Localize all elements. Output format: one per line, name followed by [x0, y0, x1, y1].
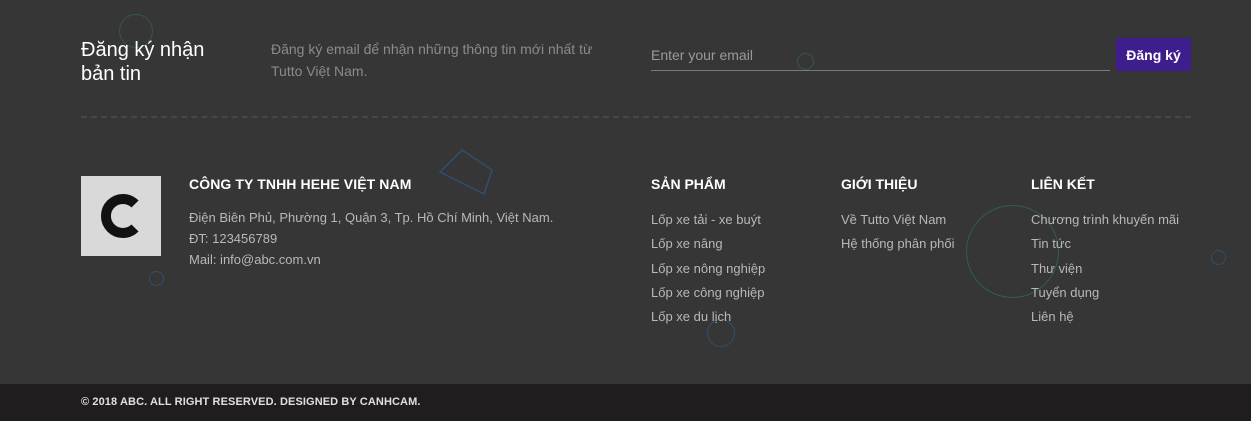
links-link[interactable]: Liên hệ [1031, 305, 1179, 329]
company-phone: ĐT: 123456789 [189, 231, 278, 246]
decorative-diamond [438, 149, 493, 196]
company-info: Điện Biên Phủ, Phường 1, Quận 3, Tp. Hồ … [189, 207, 553, 270]
company-email[interactable]: Mail: info@abc.com.vn [189, 249, 553, 270]
email-input[interactable] [651, 39, 1110, 71]
company-logo [81, 176, 161, 256]
products-link[interactable]: Lốp xe du lịch [651, 305, 765, 329]
newsletter-description: Đăng ký email để nhận những thông tin mớ… [271, 41, 593, 79]
decorative-circle [1211, 250, 1226, 265]
about-heading: GIỚI THIỆU [841, 176, 918, 192]
links-link[interactable]: Tuyển dụng [1031, 281, 1179, 305]
products-column: SẢN PHẨM Lốp xe tải - xe buýt Lốp xe nân… [651, 176, 765, 329]
links-column: LIÊN KẾT Chương trình khuyến mãi Tin tức… [1031, 176, 1179, 329]
links-link[interactable]: Chương trình khuyến mãi [1031, 208, 1179, 232]
about-column: GIỚI THIỆU Về Tutto Việt Nam Hệ thống ph… [841, 176, 954, 257]
products-link[interactable]: Lốp xe tải - xe buýt [651, 208, 765, 232]
logo-c-icon [100, 194, 139, 238]
section-divider [81, 116, 1191, 118]
products-link[interactable]: Lốp xe nâng [651, 232, 765, 256]
products-link[interactable]: Lốp xe nông nghiệp [651, 257, 765, 281]
about-link[interactable]: Về Tutto Việt Nam [841, 208, 954, 232]
company-name: CÔNG TY TNHH HEHE VIỆT NAM [189, 176, 412, 192]
company-address: Điện Biên Phủ, Phường 1, Quận 3, Tp. Hồ … [189, 210, 554, 225]
links-heading: LIÊN KẾT [1031, 176, 1095, 192]
products-heading: SẢN PHẨM [651, 176, 726, 192]
links-link[interactable]: Tin tức [1031, 232, 1179, 256]
bottom-bar: © 2018 ABC. ALL RIGHT RESERVED. DESIGNED… [0, 384, 1251, 421]
products-link[interactable]: Lốp xe công nghiệp [651, 281, 765, 305]
subscribe-button[interactable]: Đăng ký [1116, 38, 1191, 71]
decorative-circle [149, 271, 164, 286]
links-link[interactable]: Thư viện [1031, 257, 1179, 281]
copyright-text: © 2018 ABC. ALL RIGHT RESERVED. DESIGNED… [81, 396, 421, 408]
about-link[interactable]: Hệ thống phân phối [841, 232, 954, 256]
newsletter-title: Đăng ký nhận bản tin [81, 39, 205, 85]
